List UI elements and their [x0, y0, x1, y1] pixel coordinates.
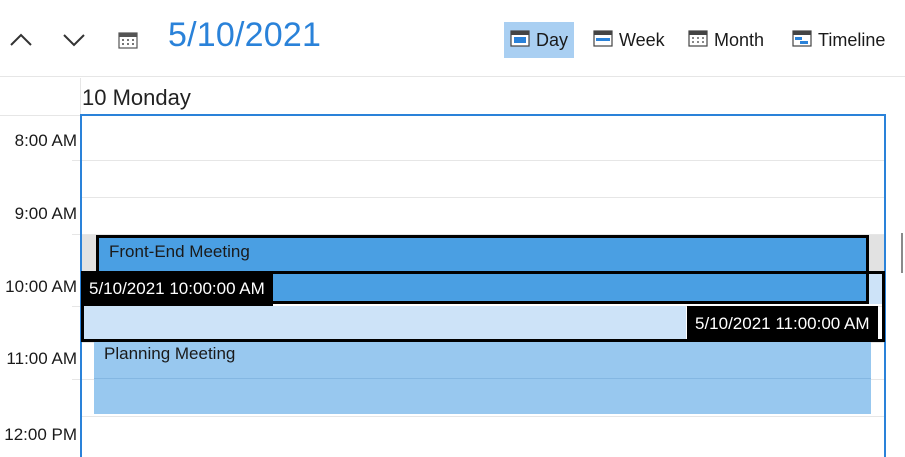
- time-label-11am: 11:00 AM: [6, 349, 77, 368]
- previous-button[interactable]: [3, 22, 39, 58]
- slot-line: [94, 378, 871, 379]
- current-date-title[interactable]: 5/10/2021: [168, 16, 321, 55]
- appointment-subject: Front-End Meeting: [109, 242, 250, 261]
- calendar-icon: [118, 31, 138, 49]
- week-view-label: Week: [619, 29, 665, 50]
- appointment-subject: Planning Meeting: [104, 344, 236, 363]
- day-view-label: Day: [536, 29, 569, 50]
- slot-line: [82, 160, 884, 161]
- week-view-button[interactable]: Week: [587, 22, 671, 58]
- timeline-view-button[interactable]: Timeline: [786, 22, 891, 58]
- time-label-9am: 9:00 AM: [14, 204, 77, 223]
- scheduler-header: 5/10/2021 Day Week Month Timeline: [0, 0, 905, 77]
- next-button[interactable]: [56, 22, 92, 58]
- chevron-up-icon: [10, 33, 32, 47]
- slot-line: [82, 416, 884, 417]
- selected-slot-shade: [82, 235, 96, 271]
- selected-slot-shade: [869, 235, 884, 271]
- chevron-down-icon: [63, 33, 85, 47]
- day-header-label: 10 Monday: [82, 85, 191, 110]
- month-view-button[interactable]: Month: [682, 22, 770, 58]
- half-hour-tick: [72, 306, 80, 307]
- timeline-view-label: Timeline: [818, 29, 886, 50]
- month-view-label: Month: [714, 29, 765, 50]
- time-column-header: [0, 78, 80, 116]
- time-label-8am: 8:00 AM: [14, 131, 77, 150]
- slot-line: [82, 197, 884, 198]
- day-header[interactable]: 10 Monday: [80, 78, 886, 116]
- half-hour-tick: [72, 234, 80, 235]
- time-ruler: 8:00 AM 9:00 AM 10:00 AM 11:00 AM 12:00 …: [0, 116, 80, 457]
- calendar-picker-button[interactable]: [110, 22, 146, 58]
- month-view-icon: [688, 29, 708, 52]
- appointment-planning-meeting[interactable]: Planning Meeting: [94, 340, 871, 414]
- vertical-scrollbar-thumb[interactable]: [901, 233, 903, 273]
- timeline-view-icon: [792, 29, 812, 52]
- day-view-button[interactable]: Day: [504, 22, 575, 58]
- time-label-10am: 10:00 AM: [5, 277, 77, 296]
- week-view-icon: [593, 29, 613, 52]
- day-view-icon: [510, 29, 530, 52]
- drag-end-time-tooltip: 5/10/2021 11:00:00 AM: [687, 306, 878, 342]
- half-hour-tick: [72, 160, 80, 161]
- half-hour-tick: [72, 379, 80, 380]
- time-label-12pm: 12:00 PM: [4, 425, 77, 444]
- drag-start-time-tooltip: 5/10/2021 10:00:00 AM: [81, 274, 273, 306]
